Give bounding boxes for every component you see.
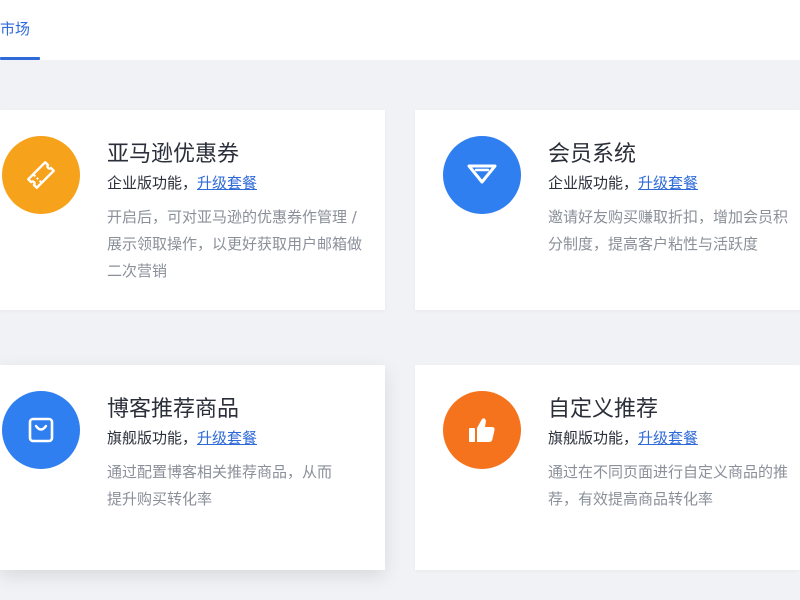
upgrade-plan-link[interactable]: 升级套餐 bbox=[197, 429, 257, 447]
card-description: 邀请好友购买赚取折扣，增加会员积分制度，提高客户粘性与活跃度 bbox=[548, 208, 789, 253]
thumbs-up-icon bbox=[443, 391, 521, 469]
feature-card-amazon-coupon[interactable]: 亚马逊优惠券 企业版功能，升级套餐 开启后，可对亚马逊的优惠券作管理 / 展示领… bbox=[0, 110, 385, 310]
feature-card-custom-recommend[interactable]: 自定义推荐 旗舰版功能，升级套餐 通过在不同页面进行自定义商品的推荐，有效提高商… bbox=[415, 365, 800, 570]
feature-card-blog-recommend[interactable]: 博客推荐商品 旗舰版功能，升级套餐 通过配置博客相关推荐商品，从而提升购买转化率 bbox=[0, 365, 385, 570]
active-tab-indicator bbox=[0, 57, 40, 60]
top-nav-bar: 市场 bbox=[0, 0, 800, 60]
edition-note: 旗舰版功能，升级套餐 bbox=[548, 427, 698, 448]
card-description: 通过配置博客相关推荐商品，从而提升购买转化率 bbox=[107, 463, 333, 508]
edition-prefix: 旗舰版功能， bbox=[548, 429, 639, 447]
edition-prefix: 企业版功能， bbox=[107, 174, 198, 192]
ticket-icon bbox=[2, 136, 80, 214]
shopping-bag-icon bbox=[2, 391, 80, 469]
card-title: 博客推荐商品 bbox=[107, 397, 240, 422]
card-description: 通过在不同页面进行自定义商品的推荐，有效提高商品转化率 bbox=[548, 463, 789, 508]
card-title: 自定义推荐 bbox=[548, 397, 659, 422]
diamond-icon bbox=[443, 136, 521, 214]
card-title: 亚马逊优惠券 bbox=[107, 142, 240, 167]
feature-card-membership[interactable]: 会员系统 企业版功能，升级套餐 邀请好友购买赚取折扣，增加会员积分制度，提高客户… bbox=[415, 110, 800, 310]
edition-prefix: 旗舰版功能， bbox=[107, 429, 198, 447]
card-description: 开启后，可对亚马逊的优惠券作管理 / 展示领取操作，以更好获取用户邮箱做二次营销 bbox=[107, 208, 363, 280]
edition-note: 旗舰版功能，升级套餐 bbox=[107, 427, 257, 448]
upgrade-plan-link[interactable]: 升级套餐 bbox=[197, 174, 257, 192]
edition-note: 企业版功能，升级套餐 bbox=[548, 172, 698, 193]
card-title: 会员系统 bbox=[548, 142, 637, 167]
tab-market[interactable]: 市场 bbox=[0, 0, 40, 60]
edition-prefix: 企业版功能， bbox=[548, 174, 639, 192]
upgrade-plan-link[interactable]: 升级套餐 bbox=[638, 429, 698, 447]
upgrade-plan-link[interactable]: 升级套餐 bbox=[638, 174, 698, 192]
edition-note: 企业版功能，升级套餐 bbox=[107, 172, 257, 193]
tab-label: 市场 bbox=[0, 20, 31, 38]
